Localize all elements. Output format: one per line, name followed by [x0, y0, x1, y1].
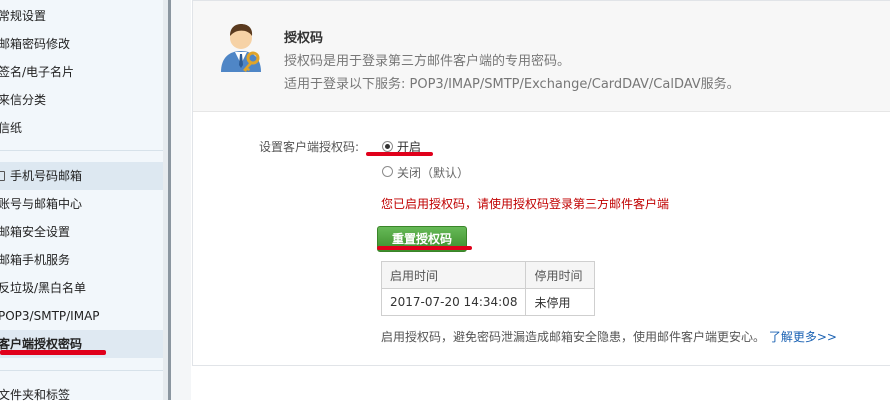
annotation-underline-button — [377, 246, 472, 250]
sidebar-item-stationery[interactable]: 信纸 — [0, 114, 163, 142]
disable-radio-label[interactable]: 关闭（默认） — [397, 164, 469, 181]
annotation-underline-enable — [366, 152, 433, 156]
sidebar-item-folders-labels[interactable]: 文件夹和标签 — [0, 381, 163, 409]
sidebar-item-antispam[interactable]: 反垃圾/黑白名单 — [0, 274, 163, 302]
table-row: 2017-07-20 14:34:08 未停用 — [380, 288, 596, 316]
header-description: 授权码是用于登录第三方邮件客户端的专用密码。 — [284, 54, 571, 69]
footer-note: 启用授权码，避免密码泄漏造成邮箱安全隐患，使用邮件客户端更安心。 了解更多>> — [381, 328, 837, 345]
sidebar-item-phone-mailbox[interactable]: 手机号码邮箱 — [0, 162, 163, 190]
status-message: 您已启用授权码，请使用授权码登录第三方邮件客户端 — [381, 197, 670, 211]
enable-radio[interactable] — [382, 141, 393, 152]
sidebar-divider — [0, 370, 163, 371]
auth-time-table: 启用时间 停用时间 2017-07-20 14:34:08 未停用 — [380, 261, 596, 316]
auth-code-panel: 授权码 授权码是用于登录第三方邮件客户端的专用密码。 适用于登录以下服务: PO… — [192, 0, 890, 366]
disable-radio[interactable] — [382, 166, 393, 177]
sidebar-divider — [0, 150, 163, 151]
sidebar-item-security[interactable]: 邮箱安全设置 — [0, 218, 163, 246]
user-key-icon — [221, 24, 261, 72]
sidebar-item-signature[interactable]: 签名/电子名片 — [0, 58, 163, 86]
page-title: 授权码 — [284, 31, 324, 46]
sidebar-item-mail-sorting[interactable]: 来信分类 — [0, 86, 163, 114]
sidebar-item-pop3-smtp-imap[interactable]: POP3/SMTP/IMAP — [0, 302, 163, 330]
table-header-disabled-time: 停用时间 — [525, 261, 596, 289]
table-header-enabled-time: 启用时间 — [380, 261, 527, 289]
sidebar-item-mobile-service[interactable]: 邮箱手机服务 — [0, 246, 163, 274]
phone-icon — [0, 171, 5, 181]
panel-header: 授权码 授权码是用于登录第三方邮件客户端的专用密码。 适用于登录以下服务: PO… — [193, 1, 890, 112]
auth-code-setting-label: 设置客户端授权码: — [259, 140, 360, 154]
header-services: 适用于登录以下服务: POP3/IMAP/SMTP/Exchange/CardD… — [284, 77, 740, 92]
content-gutter — [171, 0, 191, 400]
footer-note-text: 启用授权码，避免密码泄漏造成邮箱安全隐患，使用邮件客户端更安心。 — [381, 330, 766, 344]
sidebar-item-general[interactable]: 常规设置 — [0, 2, 163, 30]
settings-sidebar: 常规设置 邮箱密码修改 签名/电子名片 来信分类 信纸 手机号码邮箱 账号与邮箱… — [0, 0, 163, 402]
sidebar-item-account-center[interactable]: 账号与邮箱中心 — [0, 190, 163, 218]
sidebar-item-password[interactable]: 邮箱密码修改 — [0, 30, 163, 58]
enabled-time-cell: 2017-07-20 14:34:08 — [380, 288, 527, 316]
annotation-underline-sidebar — [0, 350, 106, 355]
disabled-time-cell: 未停用 — [525, 288, 596, 316]
learn-more-link[interactable]: 了解更多>> — [769, 330, 837, 344]
